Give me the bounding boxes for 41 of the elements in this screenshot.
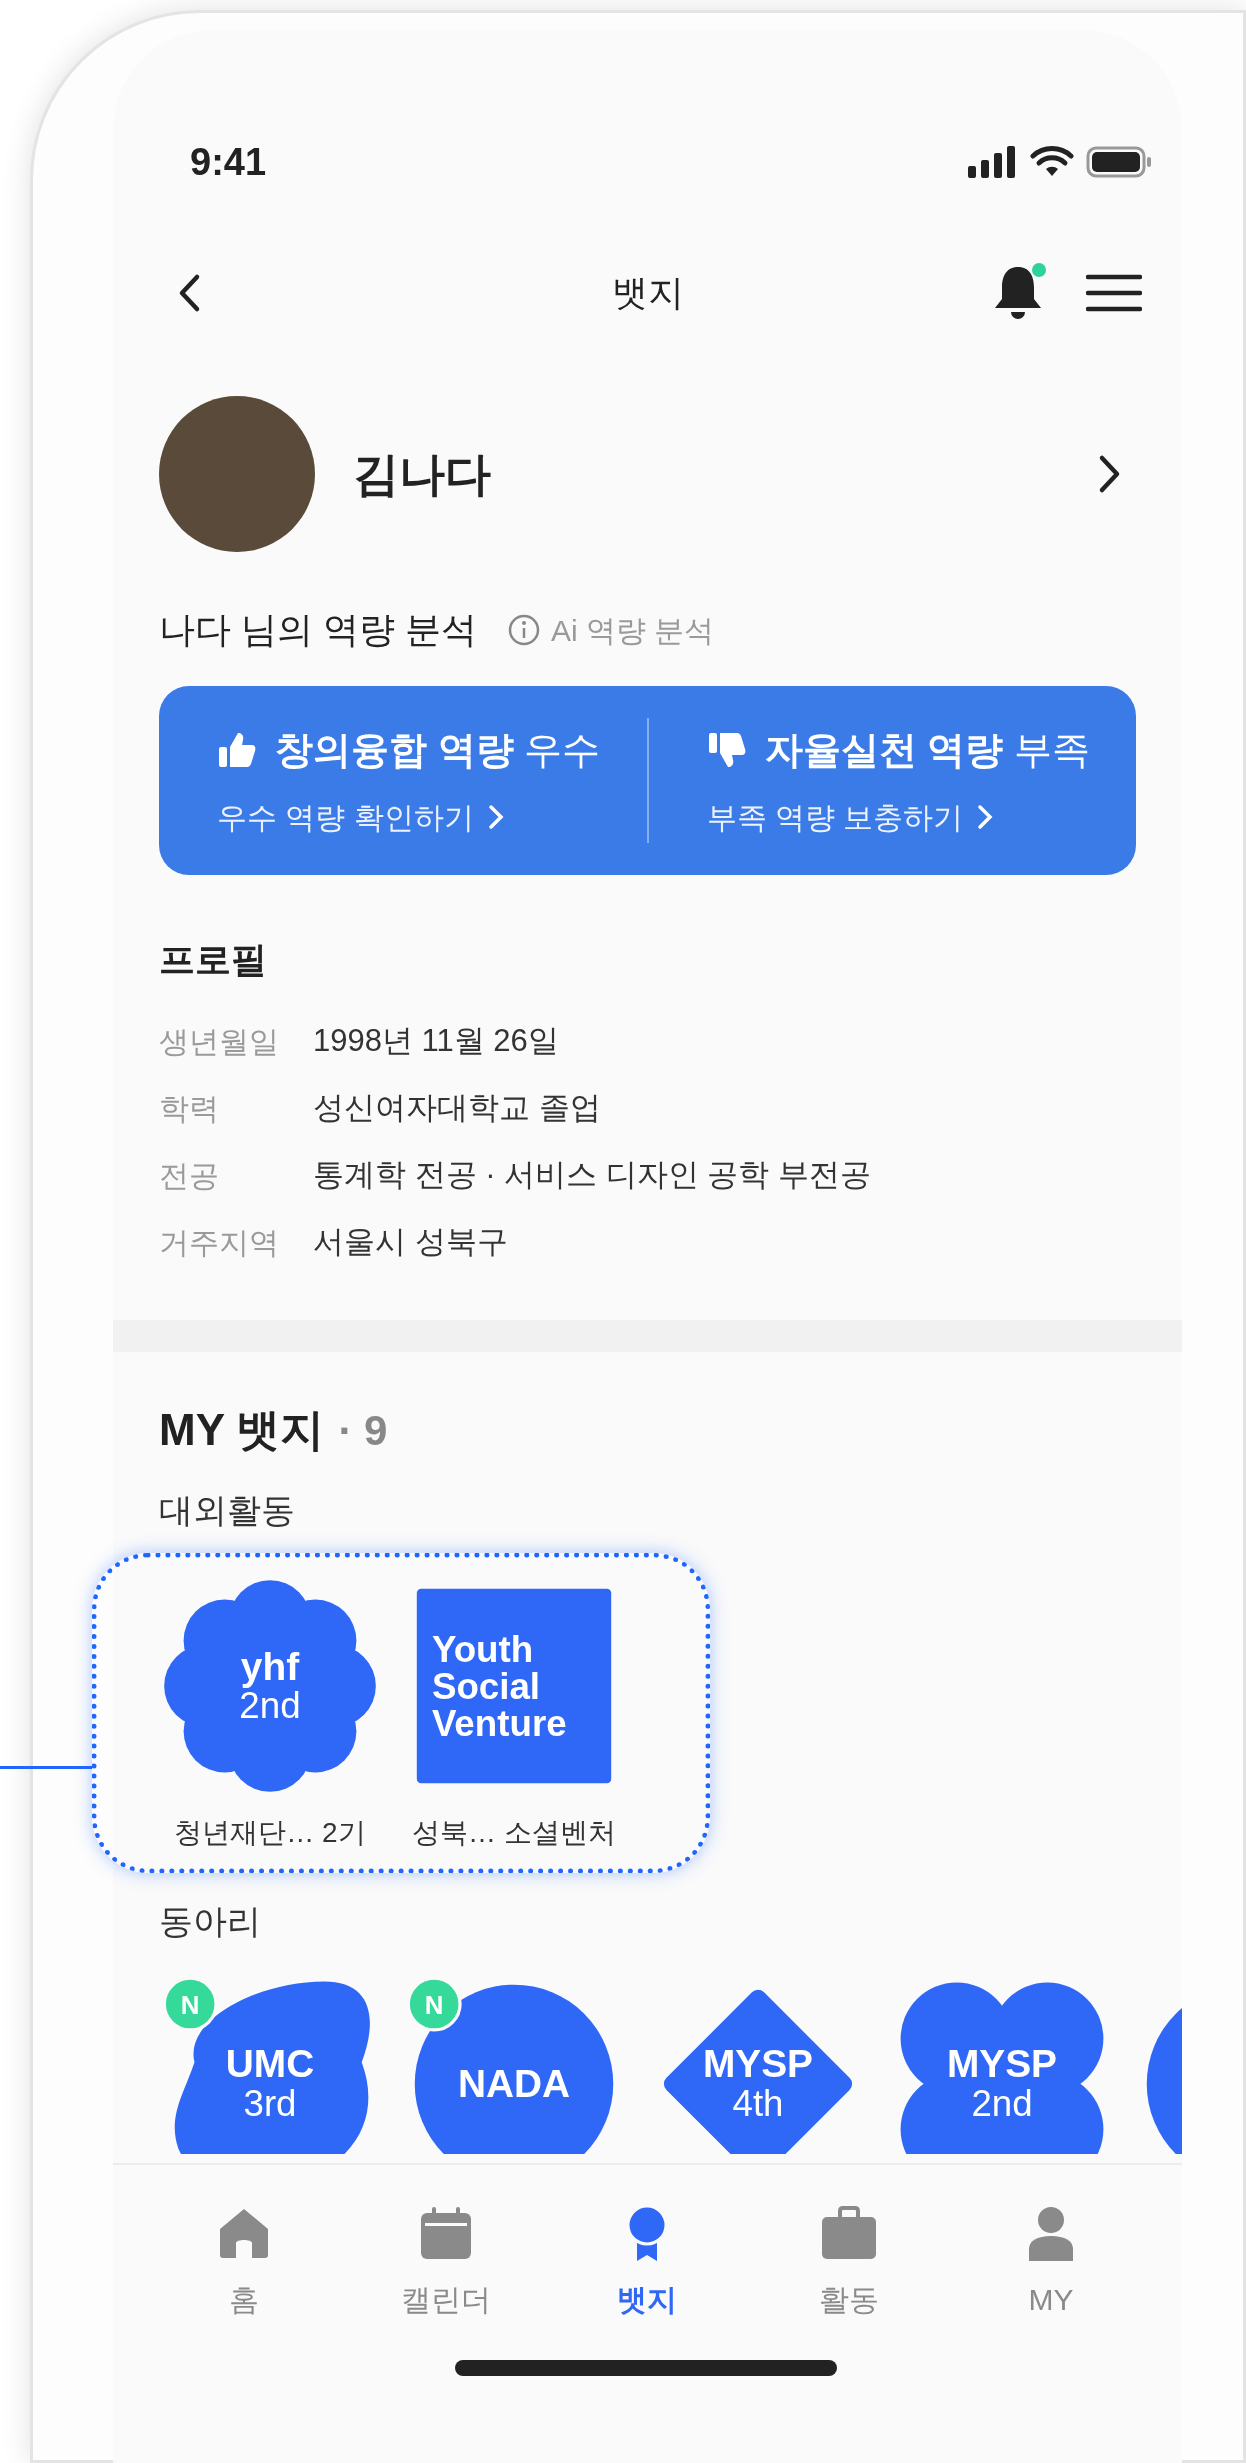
chevron-right-icon [1098,454,1122,494]
group-title: 대외활동 [158,1489,296,1531]
competency-link[interactable]: 부족 역량 보충하기 [706,794,1136,840]
battery-icon [1086,146,1152,178]
field-value: 성신여자대학교 졸업 [313,1089,601,1128]
badge-caption: 성북… 소셜벤처 [412,1816,616,1850]
chevron-right-icon [977,804,994,830]
ai-analysis-link[interactable]: Ai 역량 분석 [507,607,715,653]
thumbs-up-icon [217,730,257,770]
tab-item[interactable]: 뱃지 [546,2165,749,2333]
signal-icon [968,146,1018,178]
competency-label: 창의융합 역량 우수 [275,727,601,773]
chevron-right-icon [487,804,504,830]
profile-row[interactable]: 김나다 [113,396,1182,552]
menu-icon[interactable] [1086,273,1142,313]
field-value: 서울시 성북구 [313,1223,508,1262]
field-value: 1998년 11월 26일 [313,1022,559,1061]
wifi-icon [1030,146,1074,178]
field-label: 학력 [159,1091,220,1127]
field-value: 통계학 전공 · 서비스 디자인 공학 부전공 [313,1156,871,1195]
badge-count: · 9 [338,1405,388,1456]
section-title: MY 뱃지 [159,1404,325,1456]
section-title: 나다 님의 역량 분석 [159,608,477,652]
field-label: 전공 [159,1158,220,1194]
group-title: 동아리 [158,1900,262,1942]
competency-label: 자율실천 역량 부족 [764,727,1090,773]
section-title: 프로필 [158,938,268,982]
tab-item[interactable]: 활동 [748,2165,951,2333]
thumbs-down-icon [706,730,747,770]
competency-link[interactable]: 우수 역량 확인하기 [217,794,647,840]
badge-caption: 청년재단… 2기 [174,1816,366,1850]
profile-name: 김나다 [353,446,492,502]
tab-item[interactable]: 홈 [143,2165,345,2333]
status-time: 9:41 [190,139,267,185]
page-title: 뱃지 [611,271,684,315]
field-label: 거주지역 [159,1225,280,1261]
info-icon [507,613,541,647]
tab-item[interactable]: 캘린더 [344,2165,547,2333]
field-label: 생년월일 [159,1024,280,1060]
flower-badge[interactable]: yhf 2nd [162,1578,378,1794]
tab-item[interactable]: MY [950,2165,1152,2333]
